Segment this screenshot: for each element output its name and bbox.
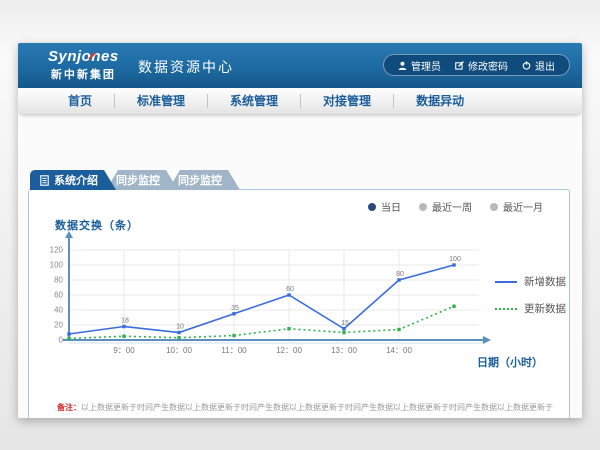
svg-text:60: 60 [54, 291, 63, 300]
svg-text:10：00: 10：00 [166, 346, 192, 355]
x-axis-title: 日期（小时） [477, 354, 543, 370]
legend-line-dotted-icon [495, 308, 517, 310]
edit-icon [455, 61, 464, 70]
svg-text:18: 18 [121, 318, 129, 325]
logout-label: 退出 [535, 58, 555, 73]
svg-text:80: 80 [54, 276, 63, 285]
svg-text:35: 35 [231, 305, 239, 312]
svg-text:9：00: 9：00 [113, 346, 135, 355]
radio-label: 最近一周 [432, 199, 472, 214]
brand-logo-text: Synjones [48, 48, 119, 65]
chart-data-labels: 18 10 35 60 15 80 100 [121, 256, 461, 331]
footnote: 备注：以上数据更新于时间产生数据以上数据更新于时间产生数据以上数据更新于时间产生… [57, 397, 557, 415]
content-area: 系统介绍 同步监控 同步监控 当日 最近一周 [18, 114, 582, 418]
legend-label: 更新数据 [524, 301, 566, 316]
nav-item-docking-mgmt[interactable]: 对接管理 [300, 94, 393, 108]
svg-text:0: 0 [59, 336, 64, 345]
chart-legend: 新增数据 更新数据 [495, 274, 566, 328]
svg-text:11：00: 11：00 [221, 346, 247, 355]
tab-system-intro[interactable]: 系统介绍 [30, 170, 116, 190]
svg-text:15: 15 [341, 320, 349, 327]
change-password-button[interactable]: 修改密码 [455, 58, 508, 73]
radio-label: 当日 [381, 199, 401, 214]
radio-dot [419, 203, 427, 211]
footnote-text: 以上数据更新于时间产生数据以上数据更新于时间产生数据以上数据更新于时间产生数据以… [81, 403, 553, 412]
app-header: Synjones 新中新集团 数据资源中心 管理员 修改密码 [18, 43, 582, 88]
line-chart-svg: 0 20 40 60 80 100 120 9：00 10：00 11：00 12：00 13：00 1… [41, 228, 511, 368]
user-name-label: 管理员 [411, 58, 441, 73]
svg-text:20: 20 [54, 321, 63, 330]
radio-last-month[interactable]: 最近一月 [490, 199, 543, 214]
footnote-prefix: 备注： [57, 403, 81, 412]
nav-item-data-change[interactable]: 数据异动 [393, 94, 486, 108]
logo: Synjones 新中新集团 [48, 48, 119, 82]
svg-text:12：00: 12：00 [276, 346, 302, 355]
chart-panel: 当日 最近一周 最近一月 数据交换（条） 0204060801001209：00… [28, 189, 570, 418]
svg-text:100: 100 [50, 261, 64, 270]
svg-text:100: 100 [449, 256, 461, 263]
company-name: 新中新集团 [48, 66, 119, 82]
document-icon [40, 175, 49, 186]
logout-button[interactable]: 退出 [522, 58, 555, 73]
legend-line-solid-icon [495, 281, 517, 283]
time-range-filter: 当日 最近一周 最近一月 [368, 199, 543, 214]
user-menu: 管理员 修改密码 退出 [383, 54, 570, 76]
tab-bar: 系统介绍 同步监控 同步监控 [30, 170, 240, 190]
svg-text:60: 60 [286, 286, 294, 293]
app-window: Synjones 新中新集团 数据资源中心 管理员 修改密码 [18, 43, 582, 418]
svg-text:14：00: 14：00 [386, 346, 412, 355]
main-nav: 首页 标准管理 系统管理 对接管理 数据异动 [18, 88, 582, 114]
svg-text:120: 120 [50, 246, 64, 255]
page-title: 数据资源中心 [138, 57, 234, 77]
power-icon [522, 61, 531, 70]
logo-spark-icon [88, 52, 96, 60]
change-password-label: 修改密码 [468, 58, 508, 73]
tab-sync-monitor-1[interactable]: 同步监控 [106, 170, 178, 190]
line-chart: 0 20 40 60 80 100 120 9：00 10：00 11：00 12：00 13：00 1… [41, 228, 511, 368]
svg-text:10: 10 [176, 324, 184, 331]
current-user[interactable]: 管理员 [398, 58, 441, 73]
nav-item-system-mgmt[interactable]: 系统管理 [207, 94, 300, 108]
nav-item-standard-mgmt[interactable]: 标准管理 [114, 94, 207, 108]
chart-tick-labels: 0 20 40 60 80 100 120 9：00 10：00 11：00 12：00 13：00 1… [50, 246, 413, 356]
svg-text:13：00: 13：00 [331, 346, 357, 355]
radio-last-week[interactable]: 最近一周 [419, 199, 472, 214]
legend-item-updated-data[interactable]: 更新数据 [495, 301, 566, 316]
tab-label: 系统介绍 [54, 172, 98, 188]
svg-text:40: 40 [54, 306, 63, 315]
radio-dot [490, 203, 498, 211]
legend-label: 新增数据 [524, 274, 566, 289]
radio-label: 最近一月 [503, 199, 543, 214]
radio-today[interactable]: 当日 [368, 199, 401, 214]
legend-item-new-data[interactable]: 新增数据 [495, 274, 566, 289]
nav-item-home[interactable]: 首页 [46, 94, 114, 108]
tab-label: 同步监控 [116, 172, 160, 188]
radio-dot [368, 203, 376, 211]
tab-label: 同步监控 [178, 172, 222, 188]
svg-text:80: 80 [396, 271, 404, 278]
chart-gridlines [69, 250, 479, 339]
tab-sync-monitor-2[interactable]: 同步监控 [168, 170, 240, 190]
user-icon [398, 61, 407, 70]
